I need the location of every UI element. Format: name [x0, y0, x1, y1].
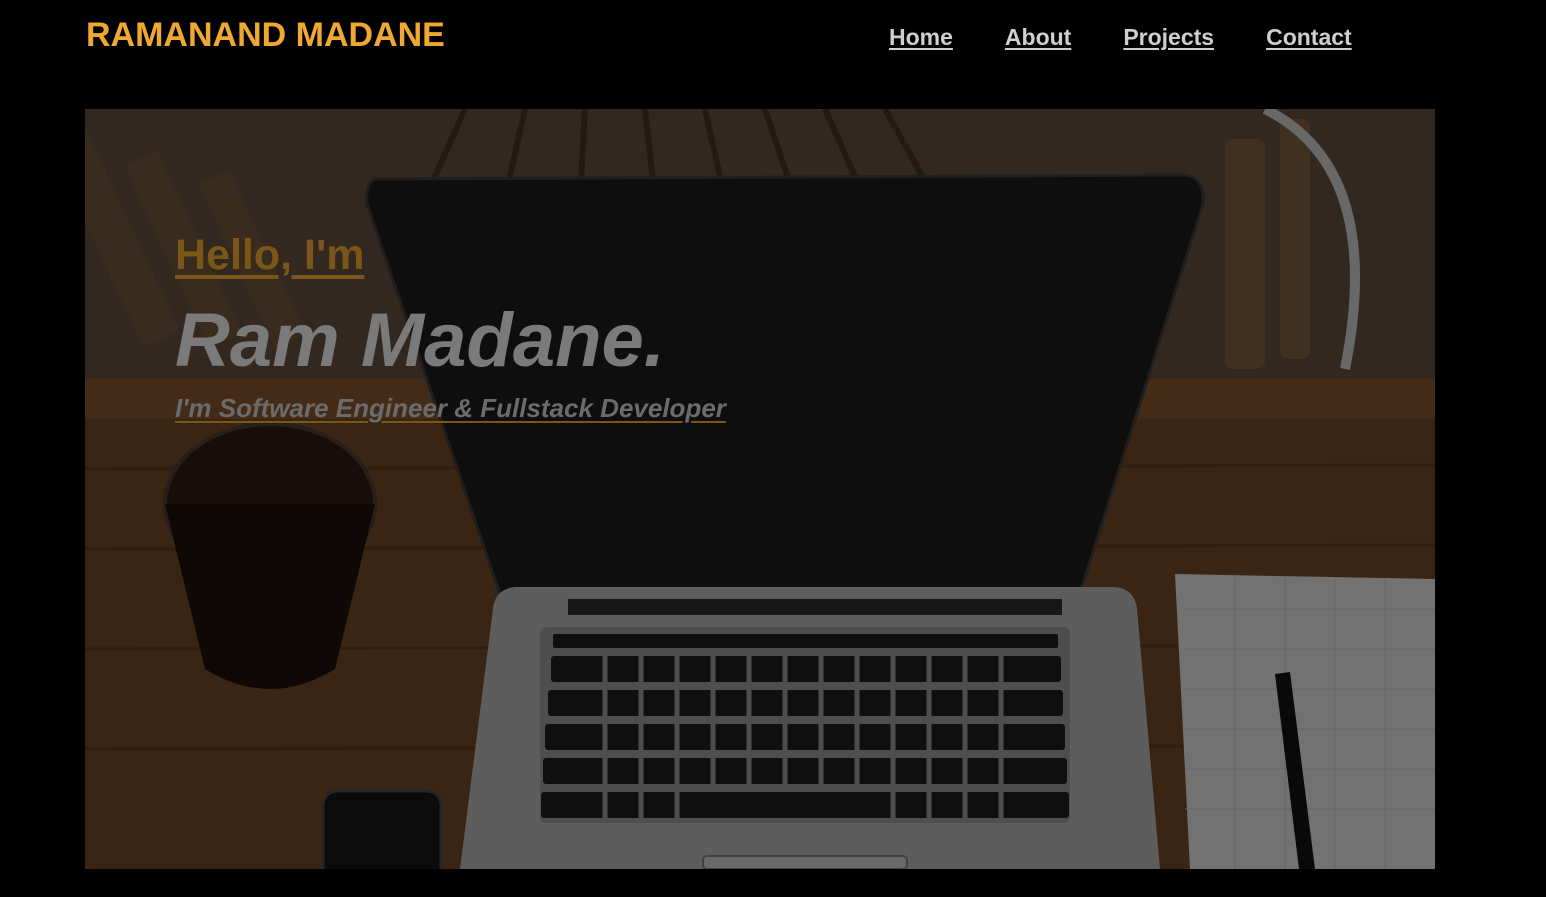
nav-link-home[interactable]: Home — [889, 24, 953, 51]
hero-dark-overlay — [85, 109, 1435, 869]
hero-name-heading: Ram Madane. — [175, 298, 665, 383]
hero-greeting[interactable]: Hello, I'm — [175, 231, 364, 280]
hero-section: Hello, I'm Ram Madane. I'm Software Engi… — [85, 109, 1435, 869]
site-header: RAMANAND MADANE Home About Projects Cont… — [0, 0, 1546, 80]
nav-link-about[interactable]: About — [1005, 24, 1071, 51]
nav-link-contact[interactable]: Contact — [1266, 24, 1352, 51]
brand-logo-text[interactable]: RAMANAND MADANE — [86, 16, 445, 55]
hero-tagline: I'm Software Engineer & Fullstack Develo… — [175, 393, 726, 423]
nav-link-projects[interactable]: Projects — [1123, 24, 1214, 51]
main-nav: Home About Projects Contact — [889, 24, 1404, 51]
